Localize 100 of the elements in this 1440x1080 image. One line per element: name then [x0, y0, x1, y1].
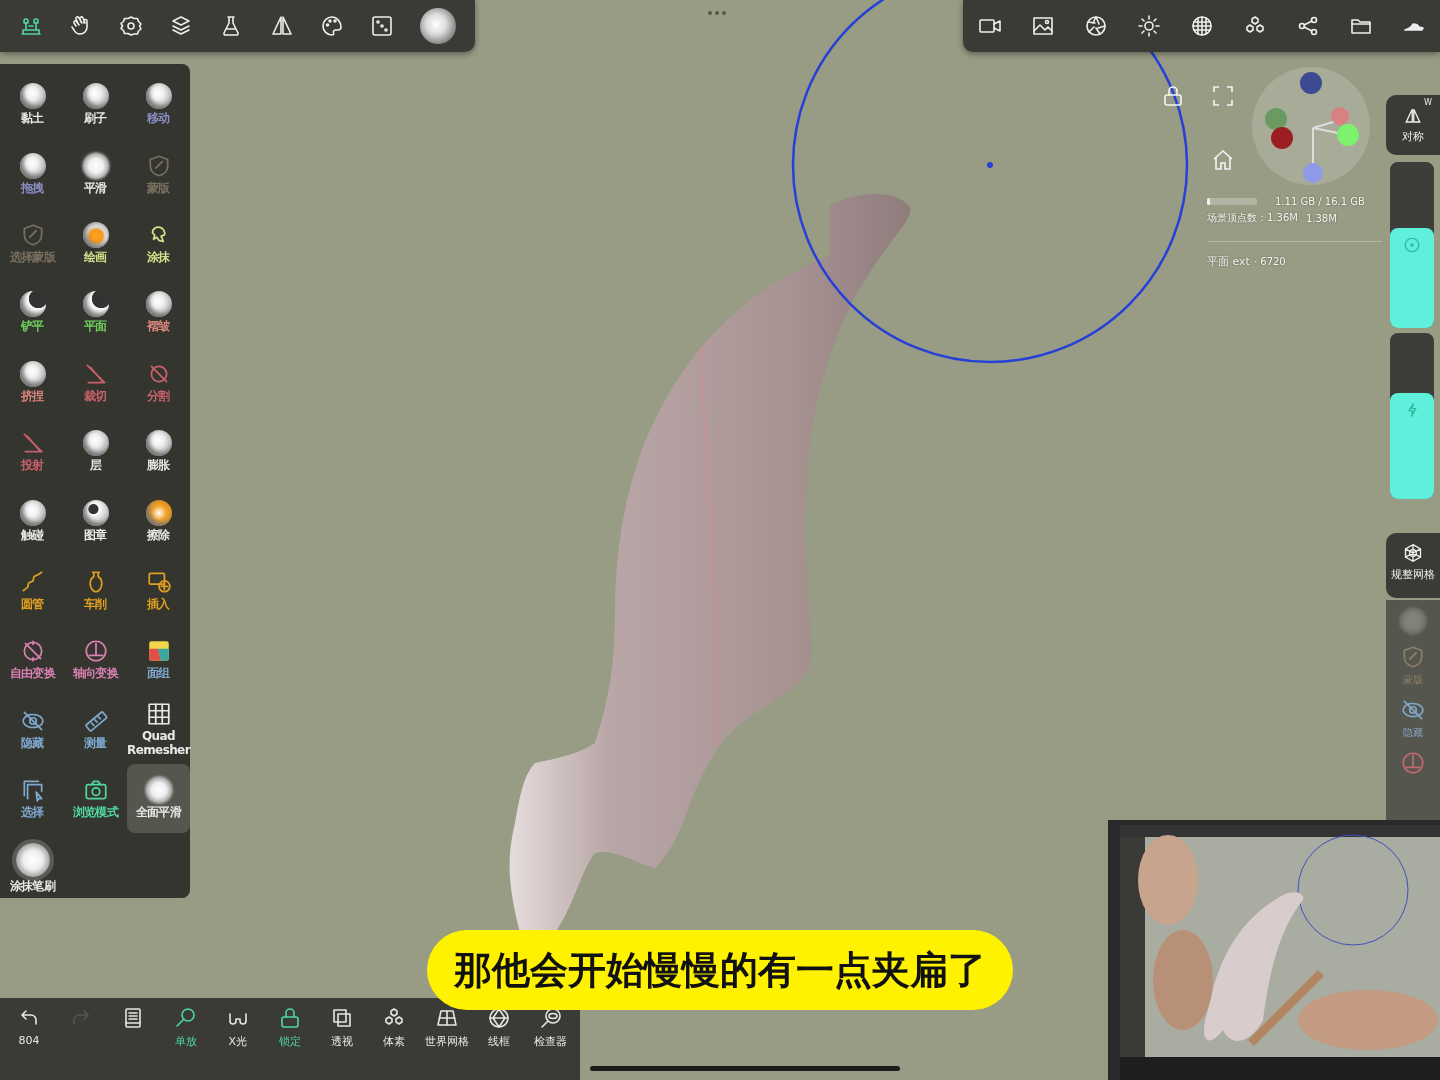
axis-icon	[1400, 750, 1426, 776]
tool-button[interactable]: 平滑	[64, 139, 127, 209]
tool-button[interactable]: 浏览模式	[64, 763, 127, 834]
toolbar-label[interactable]: 锁定	[279, 1034, 302, 1049]
tool-button[interactable]: Quad Remesher	[127, 694, 190, 764]
sphere-icon	[82, 222, 109, 249]
hidden-icon	[1400, 697, 1426, 723]
tool-button[interactable]: 圆管	[1, 555, 64, 626]
tool-label: 移动	[147, 112, 170, 127]
tool-label: 蒙版	[147, 181, 170, 196]
tool-button[interactable]: 铲平	[1, 278, 64, 348]
vertical-slider[interactable]	[1390, 333, 1434, 499]
toolbar-label[interactable]: 检查器	[534, 1034, 568, 1049]
tool-label: 投射	[21, 459, 44, 474]
tool-button[interactable]: 涂抹笔刷	[1, 833, 64, 903]
tool-label: 插入	[147, 598, 170, 612]
tool-label: 平滑	[84, 181, 107, 196]
tool-button[interactable]: 面组	[127, 625, 190, 695]
fluffy-sphere-icon	[15, 842, 50, 877]
insert-icon	[145, 569, 172, 596]
tool-label: 浏览模式	[72, 806, 119, 820]
tool-button[interactable]: 选择	[1, 763, 64, 834]
vertical-slider[interactable]	[1390, 162, 1434, 328]
tool-button[interactable]: 刷子	[64, 70, 127, 140]
mesh-sphere-icon[interactable]	[1189, 14, 1214, 38]
lock-icon[interactable]	[1161, 84, 1185, 108]
sphere-icon	[19, 360, 46, 387]
sun-icon[interactable]	[1136, 14, 1161, 38]
sphere-icon	[1400, 608, 1426, 634]
tool-button[interactable]: 测量	[64, 694, 127, 764]
crescent-sphere-icon	[19, 291, 46, 318]
slider-fill[interactable]	[1390, 228, 1434, 328]
tool-label: 选择蒙版	[9, 251, 56, 265]
tool-button[interactable]: 膨胀	[127, 416, 190, 487]
toolbar-label[interactable]: 体素	[383, 1034, 406, 1049]
toolbar-label[interactable]: 单放	[174, 1034, 197, 1049]
shield-icon	[1400, 644, 1426, 670]
tool-button[interactable]: 黏土	[1, 70, 64, 140]
search-icon[interactable]	[173, 1006, 198, 1030]
tool-label: 平面	[84, 320, 107, 335]
brush-center-dot	[987, 162, 993, 168]
brush-button[interactable]	[419, 8, 456, 44]
tool-button[interactable]: 隐藏	[1, 694, 64, 764]
toolbar-label[interactable]: X光	[228, 1034, 248, 1049]
sphere-icon	[82, 499, 109, 526]
symmetry-icon[interactable]	[269, 14, 294, 38]
tool-button[interactable]: 挤捏	[1, 347, 64, 417]
tool-button[interactable]: 全面平滑	[127, 763, 190, 834]
tool-button[interactable]: 自由变换	[1, 625, 64, 695]
tool-button[interactable]: 平面	[64, 278, 127, 348]
toolbar-label[interactable]: 透视	[331, 1034, 354, 1049]
tool-button[interactable]: 擦除	[127, 486, 190, 556]
axis-icon	[82, 638, 109, 665]
sphere-icon	[145, 430, 172, 457]
tool-button[interactable]: 移动	[127, 70, 190, 140]
object-name: 平面 ext	[1207, 254, 1250, 269]
remesh-button[interactable]: 规整网格	[1386, 533, 1440, 598]
tool-button[interactable]: 褶皱	[127, 278, 190, 348]
memory-usage: 1.11 GB / 16.1 GB	[1275, 196, 1365, 207]
dice-icon[interactable]	[369, 14, 394, 38]
tool-button[interactable]: 层	[64, 416, 127, 487]
sphere-icon	[19, 499, 46, 526]
tool-label: 测量	[84, 736, 107, 751]
tool-label: 拖拽	[21, 181, 44, 196]
tool-button[interactable]: 涂抹	[127, 208, 190, 279]
tool-button[interactable]: 插入	[127, 555, 190, 626]
tool-button[interactable]: 触碰	[1, 486, 64, 556]
tool-label: 涂抹笔刷	[9, 879, 56, 894]
fluffy-sphere-icon	[145, 777, 172, 804]
tool-label: 擦除	[147, 528, 170, 543]
toolbar-label[interactable]: 线框	[487, 1034, 510, 1049]
tool-label: 分割	[147, 389, 170, 404]
tool-label: 层	[89, 459, 102, 474]
tool-button[interactable]: 拖拽	[1, 139, 64, 209]
image-icon[interactable]	[1030, 14, 1055, 38]
settings-icon[interactable]	[119, 14, 144, 38]
web-icon	[1403, 543, 1423, 563]
aperture-icon[interactable]	[1083, 14, 1108, 38]
sphere-icon	[82, 83, 109, 110]
tool-button[interactable]: 轴向变换	[64, 625, 127, 695]
toolbar-label[interactable]: 804	[18, 1034, 40, 1047]
sphere-icon	[19, 83, 46, 110]
tool-label: 黏土	[21, 112, 44, 127]
tool-button[interactable]: 图章	[64, 486, 127, 556]
tool-button[interactable]: 绘画	[64, 208, 127, 279]
toolbar-label[interactable]: 世界网格	[424, 1034, 469, 1049]
sphere-icon	[19, 152, 46, 179]
grid-icon	[145, 700, 172, 727]
tool-label: 绘画	[84, 251, 107, 265]
palette-icon[interactable]	[319, 14, 344, 38]
tool-button[interactable]: 车削	[64, 555, 127, 626]
sphere-icon	[145, 291, 172, 318]
tool-label: 选择	[21, 806, 44, 820]
tool-label: 挤捏	[21, 389, 44, 404]
tool-label: 刷子	[84, 112, 107, 127]
subtitle: 那他会开始慢慢的有一点夹扁了	[427, 930, 1013, 1010]
slider-fill[interactable]	[1390, 392, 1434, 499]
tool-label: 隐藏	[21, 736, 44, 751]
tool-label: Quad Remesher	[127, 729, 190, 758]
object-count: · 6720	[1253, 256, 1286, 267]
